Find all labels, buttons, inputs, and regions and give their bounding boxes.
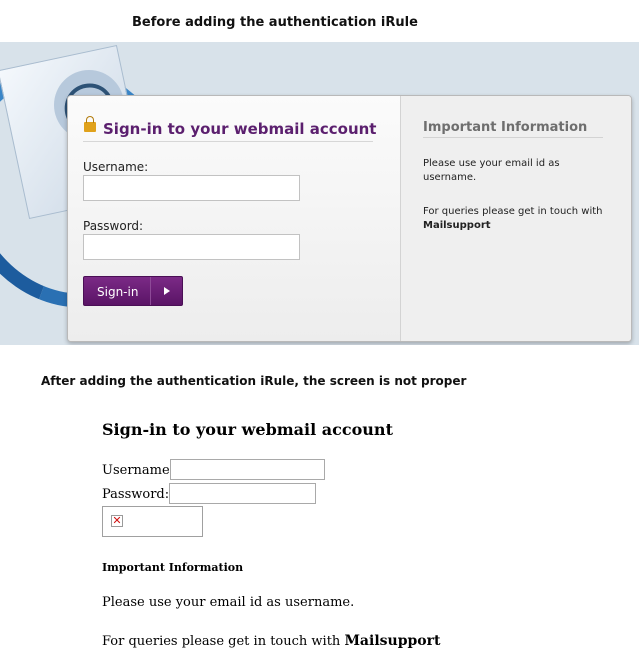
lock-icon bbox=[84, 116, 96, 132]
after-username-label: Username: bbox=[102, 463, 175, 478]
login-form: Sign-in to your webmail account Username… bbox=[68, 96, 400, 341]
play-arrow-icon bbox=[164, 287, 170, 295]
password-label: Password: bbox=[83, 219, 144, 233]
before-screenshot: @ Sign-in to your webmail account Userna… bbox=[0, 42, 639, 345]
after-info-title: Important Information bbox=[102, 561, 244, 574]
password-input[interactable] bbox=[83, 234, 300, 260]
info-title: Important Information bbox=[423, 120, 588, 135]
after-info-username-hint: Please use your email id as username. bbox=[102, 595, 355, 610]
login-panel: Sign-in to your webmail account Username… bbox=[67, 95, 632, 342]
after-info-support: For queries please get in touch with Mai… bbox=[102, 633, 440, 649]
username-input[interactable] bbox=[83, 175, 300, 201]
info-divider bbox=[423, 137, 603, 138]
page-title: Sign-in to your webmail account bbox=[103, 120, 377, 138]
broken-image-icon: ✕ bbox=[111, 514, 123, 527]
after-password-label: Password: bbox=[102, 487, 170, 502]
after-username-input[interactable] bbox=[170, 459, 325, 480]
info-support: For queries please get in touch with Mai… bbox=[423, 205, 613, 233]
after-page-title: Sign-in to your webmail account bbox=[102, 420, 393, 439]
button-separator bbox=[150, 277, 151, 305]
title-divider bbox=[83, 141, 373, 142]
info-username-hint: Please use your email id as username. bbox=[423, 158, 560, 183]
before-caption: Before adding the authentication iRule bbox=[132, 15, 418, 30]
username-label: Username: bbox=[83, 160, 149, 174]
info-support-text: For queries please get in touch with bbox=[423, 206, 603, 217]
after-password-input[interactable] bbox=[169, 483, 316, 504]
after-info-support-text: For queries please get in touch with bbox=[102, 634, 341, 649]
broken-signin-image-button[interactable]: ✕ bbox=[102, 506, 203, 537]
after-caption: After adding the authentication iRule, t… bbox=[41, 374, 467, 388]
before-caption-bar: Before adding the authentication iRule bbox=[0, 0, 639, 42]
info-sidebar: Important Information Please use your em… bbox=[400, 96, 631, 341]
after-support-contact: Mailsupport bbox=[344, 633, 441, 649]
support-contact: Mailsupport bbox=[423, 220, 491, 231]
signin-button-label: Sign-in bbox=[97, 285, 139, 299]
signin-button[interactable]: Sign-in bbox=[83, 276, 183, 306]
